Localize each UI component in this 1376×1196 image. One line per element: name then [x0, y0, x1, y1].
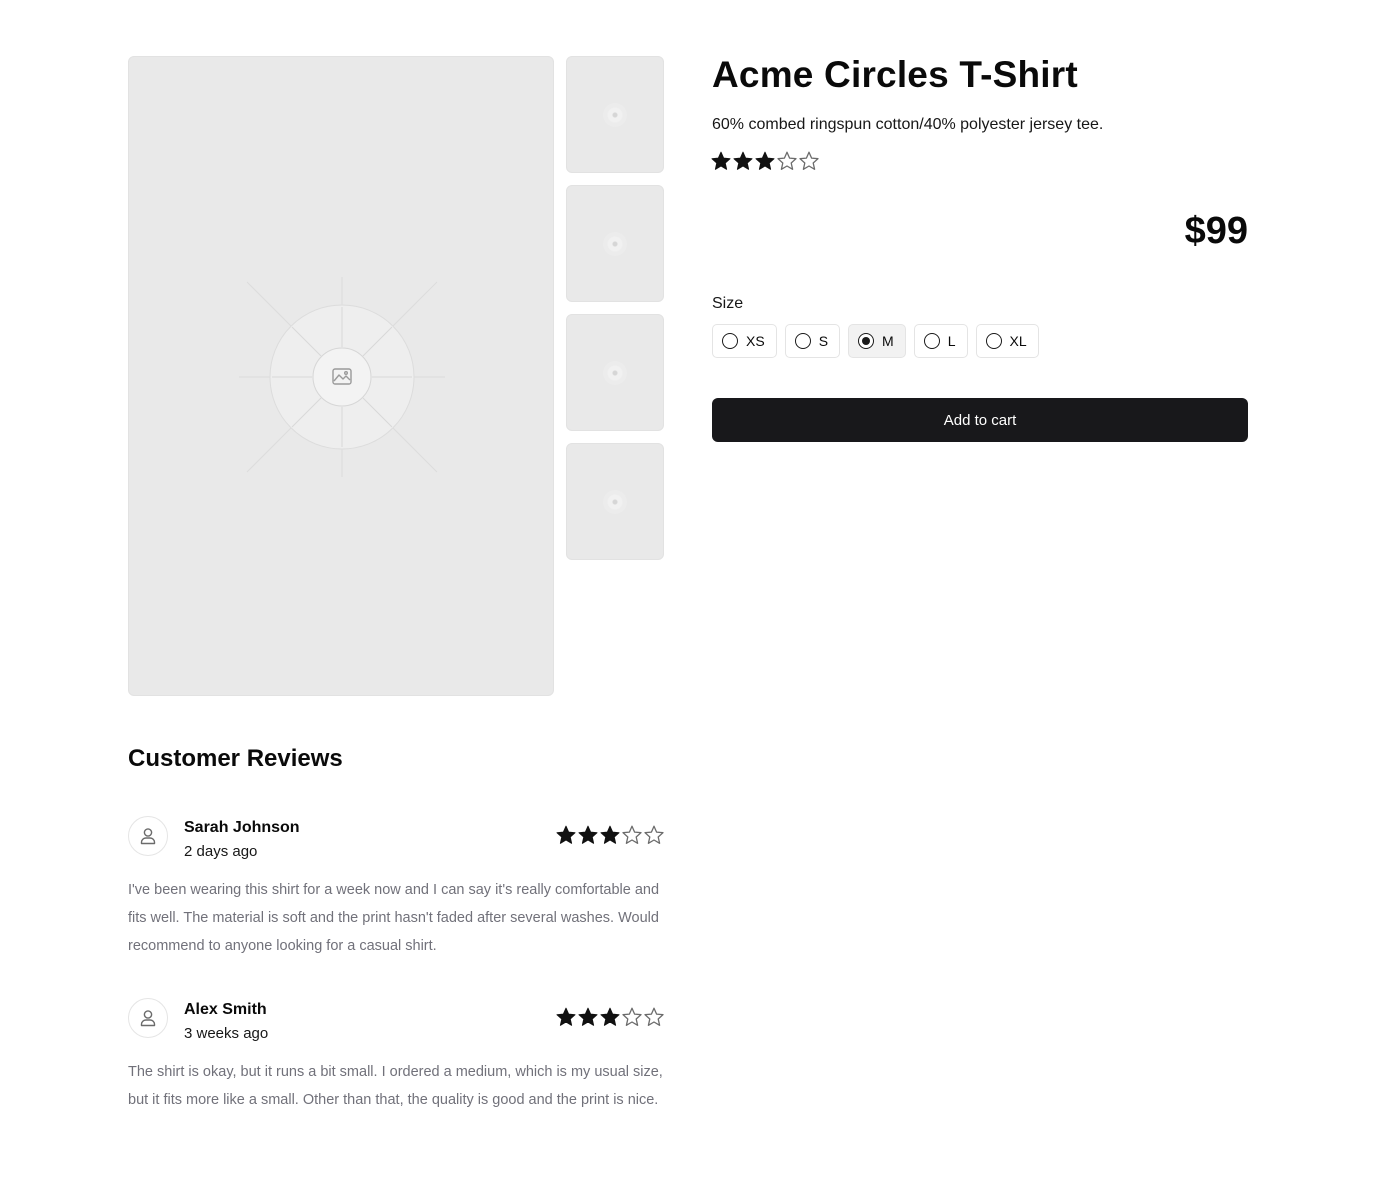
- star-empty-icon: [777, 151, 797, 170]
- star-filled-icon: [600, 1007, 620, 1026]
- star-empty-icon: [622, 825, 642, 844]
- thumbnail-2[interactable]: [566, 185, 664, 302]
- add-to-cart-button[interactable]: Add to cart: [712, 398, 1248, 442]
- radio-icon[interactable]: [858, 333, 875, 349]
- size-options: XS S M L XL: [712, 324, 1039, 358]
- radio-icon[interactable]: [985, 333, 1002, 349]
- size-option-xl[interactable]: XL: [975, 324, 1039, 358]
- star-filled-icon: [755, 151, 775, 170]
- star-empty-icon: [644, 1007, 664, 1026]
- size-option-l[interactable]: L: [913, 324, 968, 358]
- review-date: 3 weeks ago: [184, 1025, 269, 1042]
- product-description: 60% combed ringspun cotton/40% polyester…: [712, 116, 1104, 133]
- avatar: [128, 998, 168, 1038]
- review-text: The shirt is okay, but it runs a bit sma…: [128, 1064, 663, 1108]
- size-option-label: XL: [1009, 333, 1027, 349]
- star-empty-icon: [644, 825, 664, 844]
- thumbnail-3[interactable]: [566, 314, 664, 431]
- thumbnail-placeholder-icon: [603, 102, 627, 127]
- size-option-m[interactable]: M: [848, 324, 906, 358]
- user-icon: [140, 828, 156, 845]
- product-price: $99: [1184, 210, 1248, 252]
- review-text: I've been wearing this shirt for a week …: [128, 882, 660, 954]
- thumbnail-placeholder-icon: [603, 360, 627, 385]
- reviews-heading: Customer Reviews: [128, 745, 343, 772]
- main-product-image: [128, 56, 554, 696]
- star-filled-icon: [711, 151, 731, 170]
- star-filled-icon: [600, 825, 620, 844]
- radio-icon[interactable]: [923, 333, 940, 349]
- size-option-label: M: [882, 333, 894, 349]
- star-empty-icon: [622, 1007, 642, 1026]
- review-rating: [556, 825, 664, 845]
- image-placeholder-graphic: [239, 277, 445, 477]
- size-option-label: XS: [746, 333, 765, 349]
- size-label: Size: [712, 295, 744, 312]
- star-filled-icon: [578, 825, 598, 844]
- avatar: [128, 816, 168, 856]
- size-option-s[interactable]: S: [784, 324, 841, 358]
- star-filled-icon: [556, 1007, 576, 1026]
- review-rating: [556, 1007, 664, 1027]
- thumbnail-1[interactable]: [566, 56, 664, 173]
- star-filled-icon: [733, 151, 753, 170]
- star-filled-icon: [578, 1007, 598, 1026]
- star-empty-icon: [799, 151, 819, 170]
- thumbnail-placeholder-icon: [603, 489, 627, 514]
- radio-icon[interactable]: [722, 333, 738, 349]
- product-title: Acme Circles T-Shirt: [712, 54, 1078, 95]
- thumbnail-placeholder-icon: [603, 231, 627, 256]
- user-icon: [140, 1010, 156, 1027]
- thumbnail-4[interactable]: [566, 443, 664, 560]
- product-rating: [711, 151, 819, 171]
- reviewer-name: Sarah Johnson: [184, 819, 300, 836]
- size-option-label: L: [947, 333, 956, 349]
- star-filled-icon: [556, 825, 576, 844]
- review-date: 2 days ago: [184, 843, 258, 860]
- size-option-label: S: [818, 333, 829, 349]
- size-option-xs[interactable]: XS: [712, 324, 777, 358]
- reviewer-name: Alex Smith: [184, 1001, 267, 1018]
- radio-icon[interactable]: [794, 333, 811, 349]
